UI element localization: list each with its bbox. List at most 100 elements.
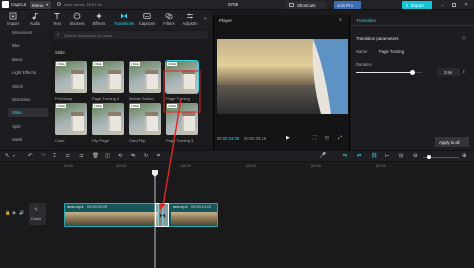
transition-thumb-cube[interactable]: FREE [55, 103, 87, 135]
tool-adjustment[interactable]: Adjustm [179, 12, 201, 29]
menu-button[interactable]: Menu ▾ [30, 1, 51, 9]
transition-name-card-flip: Card Flip [129, 138, 146, 143]
lock-track-icon[interactable]: 🔒 [5, 210, 10, 216]
duration-slider-handle[interactable] [409, 70, 415, 76]
text-icon [54, 13, 60, 19]
zoom-out-icon[interactable]: ⊖ [413, 153, 418, 159]
player-title: Player [219, 18, 233, 23]
video-clip-sea[interactable]: sea.mp4 00:00:14:10 [162, 203, 218, 227]
tool-transitions[interactable]: Transitions [111, 12, 137, 29]
duration-stepper-icon[interactable]: ⇕ [462, 69, 465, 74]
delete-icon[interactable]: 🗑 [92, 153, 99, 159]
apply-to-all-button[interactable]: Apply to all [435, 137, 469, 147]
export-button[interactable]: ⇪ Export [402, 1, 432, 9]
join-pro-button[interactable]: Join Pro [334, 1, 361, 9]
zoom-slider[interactable] [423, 154, 459, 159]
ruler-tick: |00:20 [181, 164, 191, 168]
microphone-icon[interactable]: 🎤 [319, 153, 326, 159]
preview-video[interactable] [217, 39, 348, 114]
fullscreen-icon[interactable]: ⤢ [338, 135, 342, 141]
transition-thumb-flip-page[interactable]: FREE [92, 103, 124, 135]
nav-distortion[interactable]: Distortion [12, 97, 31, 102]
duration-slider[interactable] [356, 70, 422, 76]
rotate-icon[interactable]: ↻ [144, 153, 148, 159]
play-icon[interactable]: ▶ [286, 135, 290, 141]
project-name: 0705 [228, 2, 239, 7]
redo-icon[interactable]: ↷ [41, 153, 46, 159]
audio-icon [32, 12, 39, 20]
fit-screen-icon[interactable]: ⛶ [313, 135, 317, 141]
tool-filters[interactable]: Filters [158, 12, 180, 29]
maximize-icon[interactable] [452, 2, 456, 7]
nav-movement[interactable]: Movement [12, 30, 33, 35]
tool-audio[interactable]: Audio [24, 12, 46, 29]
transition-thumb-page-turning[interactable]: FREE [165, 60, 199, 94]
timeline-ruler[interactable]: 00:00 |00:10 |00:20 |00:30 |00:40 |00:50 [48, 162, 474, 170]
aspect-ratio-icon[interactable]: ⊡ [325, 135, 329, 141]
main-track-magnet-icon[interactable]: ⇆ [343, 153, 347, 159]
linkage-icon[interactable]: ⛓ [371, 153, 378, 159]
split-screen-icon[interactable]: ⊟ [399, 153, 403, 159]
capcut-window: CapCut Menu ▾ Auto saved: 18:57:06 0705 … [0, 0, 474, 268]
transition-thumb-page-turning-3[interactable]: FREE [166, 103, 198, 135]
split-right-icon[interactable]: ⊐ [79, 153, 83, 159]
reverse-icon[interactable]: ⟲ [118, 153, 122, 159]
props-tab-transition[interactable]: Transition [356, 18, 376, 23]
toolbar-more-icon[interactable]: » [204, 16, 207, 22]
freeze-icon[interactable]: ◫ [105, 153, 110, 159]
transition-thumb-pull-away[interactable]: FREE [55, 61, 87, 93]
transition-thumb-page-turning-ii[interactable]: FREE [92, 61, 124, 93]
minimize-icon[interactable]: – [441, 3, 444, 9]
tool-import[interactable]: Import [2, 12, 24, 29]
playhead[interactable] [150, 170, 160, 268]
zoom-in-icon[interactable]: ⊕ [462, 153, 467, 159]
free-badge: FREE [93, 62, 104, 66]
split-left-icon[interactable]: ⊏ [66, 153, 70, 159]
keyboard-icon [289, 3, 294, 7]
tool-audio-label: Audio [29, 21, 41, 26]
hide-track-icon[interactable]: ◉ [12, 210, 16, 216]
transition-thumb-card-flip[interactable]: FREE [129, 103, 161, 135]
transition-name-page-turning-3: Page Turning 3 [166, 138, 194, 143]
video-clip-dusk[interactable]: dusk.mp4 00:00:25:09 [64, 203, 159, 227]
duration-label: Duration [356, 62, 372, 67]
duration-input[interactable]: 3.5s [437, 68, 460, 76]
mirror-icon[interactable]: ⇋ [131, 153, 135, 159]
auto-snap-icon[interactable]: ⇄ [357, 153, 361, 159]
zoom-slider-handle[interactable] [427, 154, 431, 159]
chevron-down-icon[interactable]: ▾ [13, 153, 15, 158]
close-icon[interactable]: ✕ [464, 2, 468, 8]
split-icon[interactable]: ⌶ [53, 153, 56, 160]
nav-basic[interactable]: Basic [12, 57, 23, 62]
preview-axis-icon[interactable]: ⊢ [385, 153, 390, 159]
tool-captions-label: Captions [138, 21, 156, 26]
cover-button[interactable]: ✎ Cover [29, 203, 46, 225]
tool-captions[interactable]: Captions [136, 12, 158, 29]
tool-text[interactable]: Text [46, 12, 68, 29]
nav-split[interactable]: Split [12, 124, 21, 129]
nav-mask[interactable]: Mask [12, 137, 23, 142]
main-track-header: 🔒 ◉ 🔊 ✎ Cover [0, 200, 48, 228]
search-bar[interactable]: ⌕ Search transitions by name [54, 31, 208, 39]
reset-icon[interactable]: ◇ [462, 35, 466, 41]
nav-slide[interactable]: Slide [12, 110, 22, 115]
transitions-icon [159, 213, 166, 218]
tool-effects[interactable]: Effects [88, 12, 110, 29]
nav-glitch[interactable]: Glitch [12, 84, 23, 89]
mute-track-icon[interactable]: 🔊 [19, 210, 24, 216]
nav-blur[interactable]: Blur [12, 43, 20, 48]
player-panel: Player ≡ 00:00:24:09 00:00:39:18 ▶ ⛶ ⊡ ⤢ [213, 15, 350, 150]
nav-light-effects[interactable]: Light Effects [12, 70, 36, 75]
clip-frame [89, 212, 101, 226]
undo-icon[interactable]: ↶ [28, 153, 33, 159]
more-options-icon[interactable]: ≡ [339, 17, 342, 23]
select-cursor-icon[interactable]: ↖ [5, 153, 10, 159]
tool-stickers[interactable]: Stickers [66, 12, 88, 29]
transition-thumb-mobile-switch[interactable]: FREE [129, 61, 161, 93]
duration-value: 3.5s [444, 69, 452, 75]
crop-icon[interactable]: ⌗ [157, 153, 160, 160]
name-value: Page Turning [379, 49, 404, 54]
search-input[interactable]: Search transitions by name [64, 33, 112, 38]
edit-icon: ✎ [34, 207, 39, 213]
shortcuts-button[interactable]: Shortcuts [286, 1, 326, 9]
